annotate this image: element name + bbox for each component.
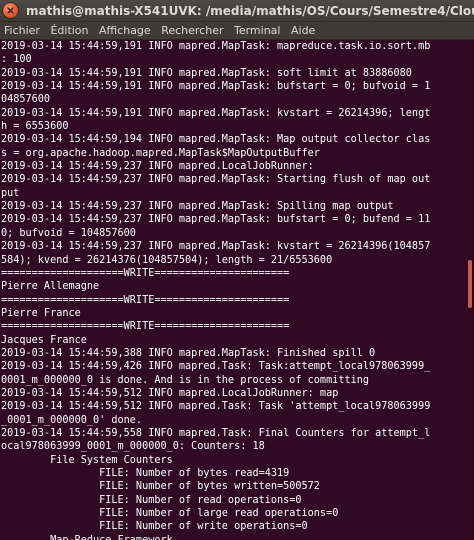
- terminal-line: 0; bufvoid = 104857600: [1, 227, 136, 239]
- terminal-line: 04857600: [1, 94, 51, 106]
- terminal-line: ====================WRITE===============…: [1, 294, 290, 306]
- menu-bar: Fichier Édition Affichage Rechercher Ter…: [0, 22, 474, 40]
- terminal-line: Map-Reduce Framework: [1, 535, 173, 540]
- terminal-window: mathis@mathis-X541UVK: /media/mathis/OS/…: [0, 0, 474, 540]
- terminal-line: 2019-03-14 15:44:59,194 INFO mapred.MapT…: [1, 134, 431, 146]
- menu-rechercher[interactable]: Rechercher: [161, 22, 223, 39]
- terminal-line: 2019-03-14 15:44:59,191 INFO mapred.MapT…: [1, 67, 412, 79]
- terminal-line: s = org.apache.hadoop.mapred.MapTask$Map…: [1, 147, 320, 159]
- menu-edition[interactable]: Édition: [50, 22, 88, 39]
- terminal-line: 2019-03-14 15:44:59,191 INFO mapred.MapT…: [1, 41, 431, 52]
- terminal-line: 2019-03-14 15:44:59,237 INFO mapred.Loca…: [1, 161, 314, 173]
- terminal-output[interactable]: 2019-03-14 15:44:59,191 INFO mapred.MapT…: [0, 40, 466, 540]
- terminal-line: FILE: Number of write operations=0: [1, 521, 308, 533]
- menu-affichage[interactable]: Affichage: [99, 22, 151, 39]
- terminal-line: FILE: Number of read operations=0: [1, 494, 302, 506]
- terminal-line: 2019-03-14 15:44:59,558 INFO mapred.Task…: [1, 427, 431, 439]
- terminal-line: : 100: [1, 54, 32, 66]
- terminal-line: FILE: Number of bytes read=4319: [1, 468, 290, 479]
- close-icon: [7, 7, 14, 14]
- terminal-line: File System Counters: [1, 454, 173, 466]
- terminal-line: 2019-03-14 15:44:59,191 INFO mapred.MapT…: [1, 107, 431, 119]
- terminal-line: 2019-03-14 15:44:59,388 INFO mapred.MapT…: [1, 347, 376, 359]
- terminal-line: ocal978063999_0001_m_000000_0: Counters:…: [1, 441, 265, 453]
- terminal-line: _0001_m_000000_0' done.: [1, 414, 143, 426]
- terminal-line: 2019-03-14 15:44:59,237 INFO mapred.MapT…: [1, 201, 394, 213]
- scrollbar[interactable]: [466, 40, 474, 540]
- terminal-line: Pierre Allemagne: [1, 281, 100, 293]
- terminal-line: 0001_m_000000_0 is done. And is in the p…: [1, 374, 370, 386]
- terminal-text: 2019-03-14 15:44:59,191 INFO mapred.MapT…: [0, 40, 466, 540]
- terminal-line: ====================WRITE===============…: [1, 321, 290, 333]
- terminal-line: Pierre France: [1, 307, 81, 319]
- terminal-line: 2019-03-14 15:44:59,426 INFO mapred.Task…: [1, 361, 431, 373]
- terminal-line: h = 6553600: [1, 121, 69, 133]
- title-bar[interactable]: mathis@mathis-X541UVK: /media/mathis/OS/…: [0, 0, 474, 22]
- terminal-line: FILE: Number of bytes written=500572: [1, 481, 320, 493]
- terminal-line: 2019-03-14 15:44:59,237 INFO mapred.MapT…: [1, 214, 431, 226]
- menu-terminal[interactable]: Terminal: [234, 22, 281, 39]
- window-title: mathis@mathis-X541UVK: /media/mathis/OS/…: [26, 4, 474, 18]
- menu-fichier[interactable]: Fichier: [4, 22, 40, 39]
- terminal-line: Jacques France: [1, 334, 87, 346]
- terminal-line: ====================WRITE===============…: [1, 267, 290, 279]
- terminal-line: 2019-03-14 15:44:59,191 INFO mapred.MapT…: [1, 81, 431, 93]
- scrollbar-thumb[interactable]: [468, 260, 472, 308]
- terminal-line: 2019-03-14 15:44:59,512 INFO mapred.Task…: [1, 401, 431, 413]
- terminal-line: 2019-03-14 15:44:59,512 INFO mapred.Loca…: [1, 387, 339, 399]
- terminal-line: 2019-03-14 15:44:59,237 INFO mapred.MapT…: [1, 241, 431, 253]
- terminal-line: put: [1, 187, 20, 199]
- terminal-line: FILE: Number of large read operations=0: [1, 508, 339, 520]
- terminal-line: 2019-03-14 15:44:59,237 INFO mapred.MapT…: [1, 174, 431, 186]
- menu-aide[interactable]: Aide: [291, 22, 315, 39]
- terminal-line: 584); kvend = 26214376(104857504); lengt…: [1, 254, 333, 266]
- close-button[interactable]: [3, 3, 18, 18]
